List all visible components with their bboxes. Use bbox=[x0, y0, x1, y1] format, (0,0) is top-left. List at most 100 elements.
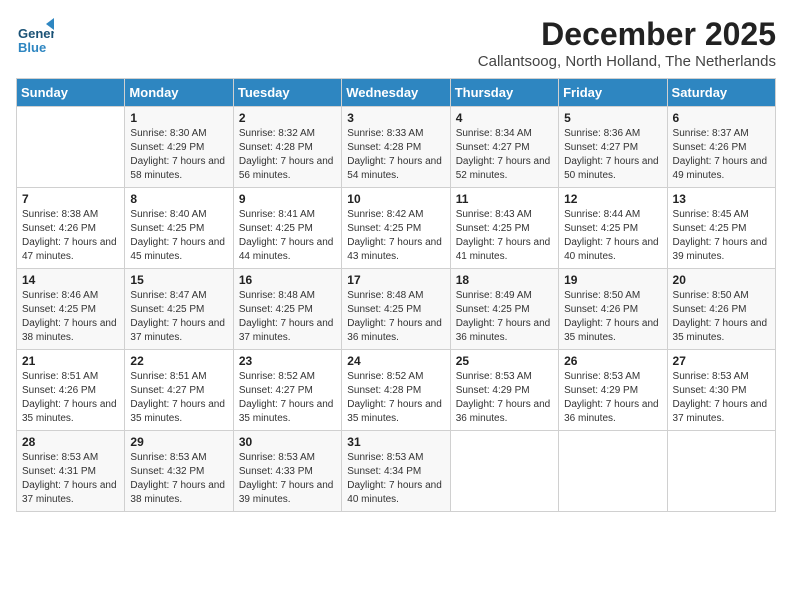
calendar-cell: 7 Sunrise: 8:38 AMSunset: 4:26 PMDayligh… bbox=[17, 188, 125, 269]
day-info: Sunrise: 8:36 AMSunset: 4:27 PMDaylight:… bbox=[564, 127, 661, 183]
calendar-cell: 3 Sunrise: 8:33 AMSunset: 4:28 PMDayligh… bbox=[342, 107, 450, 188]
location-title: Callantsoog, North Holland, The Netherla… bbox=[478, 53, 776, 70]
day-number: 18 bbox=[456, 273, 553, 287]
calendar-cell: 31 Sunrise: 8:53 AMSunset: 4:34 PMDaylig… bbox=[342, 431, 450, 512]
day-info: Sunrise: 8:30 AMSunset: 4:29 PMDaylight:… bbox=[130, 127, 227, 183]
calendar-cell: 19 Sunrise: 8:50 AMSunset: 4:26 PMDaylig… bbox=[559, 269, 667, 350]
day-number: 16 bbox=[239, 273, 336, 287]
calendar-cell: 6 Sunrise: 8:37 AMSunset: 4:26 PMDayligh… bbox=[667, 107, 775, 188]
month-title: December 2025 bbox=[478, 16, 776, 53]
day-info: Sunrise: 8:53 AMSunset: 4:32 PMDaylight:… bbox=[130, 451, 227, 507]
week-row-0: 1 Sunrise: 8:30 AMSunset: 4:29 PMDayligh… bbox=[17, 107, 776, 188]
day-number: 12 bbox=[564, 192, 661, 206]
day-info: Sunrise: 8:50 AMSunset: 4:26 PMDaylight:… bbox=[564, 289, 661, 345]
calendar-cell: 28 Sunrise: 8:53 AMSunset: 4:31 PMDaylig… bbox=[17, 431, 125, 512]
day-info: Sunrise: 8:52 AMSunset: 4:28 PMDaylight:… bbox=[347, 370, 444, 426]
day-info: Sunrise: 8:53 AMSunset: 4:29 PMDaylight:… bbox=[456, 370, 553, 426]
day-info: Sunrise: 8:53 AMSunset: 4:29 PMDaylight:… bbox=[564, 370, 661, 426]
header-row: Sunday Monday Tuesday Wednesday Thursday… bbox=[17, 79, 776, 107]
day-info: Sunrise: 8:45 AMSunset: 4:25 PMDaylight:… bbox=[673, 208, 770, 264]
day-info: Sunrise: 8:40 AMSunset: 4:25 PMDaylight:… bbox=[130, 208, 227, 264]
day-info: Sunrise: 8:37 AMSunset: 4:26 PMDaylight:… bbox=[673, 127, 770, 183]
svg-text:General: General bbox=[18, 26, 54, 41]
col-friday: Friday bbox=[559, 79, 667, 107]
title-block: December 2025 Callantsoog, North Holland… bbox=[478, 16, 776, 70]
day-number: 17 bbox=[347, 273, 444, 287]
calendar-cell: 10 Sunrise: 8:42 AMSunset: 4:25 PMDaylig… bbox=[342, 188, 450, 269]
day-info: Sunrise: 8:47 AMSunset: 4:25 PMDaylight:… bbox=[130, 289, 227, 345]
day-info: Sunrise: 8:50 AMSunset: 4:26 PMDaylight:… bbox=[673, 289, 770, 345]
calendar-cell: 27 Sunrise: 8:53 AMSunset: 4:30 PMDaylig… bbox=[667, 350, 775, 431]
calendar-cell: 11 Sunrise: 8:43 AMSunset: 4:25 PMDaylig… bbox=[450, 188, 558, 269]
week-row-3: 21 Sunrise: 8:51 AMSunset: 4:26 PMDaylig… bbox=[17, 350, 776, 431]
day-number: 7 bbox=[22, 192, 119, 206]
day-info: Sunrise: 8:51 AMSunset: 4:26 PMDaylight:… bbox=[22, 370, 119, 426]
day-number: 26 bbox=[564, 354, 661, 368]
calendar-cell: 26 Sunrise: 8:53 AMSunset: 4:29 PMDaylig… bbox=[559, 350, 667, 431]
calendar-cell: 2 Sunrise: 8:32 AMSunset: 4:28 PMDayligh… bbox=[233, 107, 341, 188]
calendar-cell bbox=[559, 431, 667, 512]
week-row-2: 14 Sunrise: 8:46 AMSunset: 4:25 PMDaylig… bbox=[17, 269, 776, 350]
day-info: Sunrise: 8:32 AMSunset: 4:28 PMDaylight:… bbox=[239, 127, 336, 183]
day-number: 3 bbox=[347, 111, 444, 125]
day-number: 6 bbox=[673, 111, 770, 125]
day-info: Sunrise: 8:51 AMSunset: 4:27 PMDaylight:… bbox=[130, 370, 227, 426]
col-thursday: Thursday bbox=[450, 79, 558, 107]
day-info: Sunrise: 8:49 AMSunset: 4:25 PMDaylight:… bbox=[456, 289, 553, 345]
week-row-1: 7 Sunrise: 8:38 AMSunset: 4:26 PMDayligh… bbox=[17, 188, 776, 269]
logo: General Blue bbox=[16, 16, 58, 54]
calendar-cell: 5 Sunrise: 8:36 AMSunset: 4:27 PMDayligh… bbox=[559, 107, 667, 188]
day-number: 23 bbox=[239, 354, 336, 368]
calendar-cell: 29 Sunrise: 8:53 AMSunset: 4:32 PMDaylig… bbox=[125, 431, 233, 512]
day-info: Sunrise: 8:52 AMSunset: 4:27 PMDaylight:… bbox=[239, 370, 336, 426]
day-info: Sunrise: 8:38 AMSunset: 4:26 PMDaylight:… bbox=[22, 208, 119, 264]
day-number: 22 bbox=[130, 354, 227, 368]
day-number: 30 bbox=[239, 435, 336, 449]
day-info: Sunrise: 8:42 AMSunset: 4:25 PMDaylight:… bbox=[347, 208, 444, 264]
day-number: 2 bbox=[239, 111, 336, 125]
day-number: 8 bbox=[130, 192, 227, 206]
calendar-cell: 18 Sunrise: 8:49 AMSunset: 4:25 PMDaylig… bbox=[450, 269, 558, 350]
day-number: 27 bbox=[673, 354, 770, 368]
day-info: Sunrise: 8:46 AMSunset: 4:25 PMDaylight:… bbox=[22, 289, 119, 345]
col-wednesday: Wednesday bbox=[342, 79, 450, 107]
day-info: Sunrise: 8:48 AMSunset: 4:25 PMDaylight:… bbox=[347, 289, 444, 345]
day-info: Sunrise: 8:34 AMSunset: 4:27 PMDaylight:… bbox=[456, 127, 553, 183]
day-number: 13 bbox=[673, 192, 770, 206]
day-number: 25 bbox=[456, 354, 553, 368]
day-number: 19 bbox=[564, 273, 661, 287]
day-info: Sunrise: 8:53 AMSunset: 4:30 PMDaylight:… bbox=[673, 370, 770, 426]
calendar-cell: 20 Sunrise: 8:50 AMSunset: 4:26 PMDaylig… bbox=[667, 269, 775, 350]
day-number: 5 bbox=[564, 111, 661, 125]
day-info: Sunrise: 8:43 AMSunset: 4:25 PMDaylight:… bbox=[456, 208, 553, 264]
calendar-table: Sunday Monday Tuesday Wednesday Thursday… bbox=[16, 78, 776, 512]
day-info: Sunrise: 8:33 AMSunset: 4:28 PMDaylight:… bbox=[347, 127, 444, 183]
calendar-cell: 4 Sunrise: 8:34 AMSunset: 4:27 PMDayligh… bbox=[450, 107, 558, 188]
week-row-4: 28 Sunrise: 8:53 AMSunset: 4:31 PMDaylig… bbox=[17, 431, 776, 512]
day-info: Sunrise: 8:44 AMSunset: 4:25 PMDaylight:… bbox=[564, 208, 661, 264]
calendar-cell: 16 Sunrise: 8:48 AMSunset: 4:25 PMDaylig… bbox=[233, 269, 341, 350]
col-saturday: Saturday bbox=[667, 79, 775, 107]
calendar-cell: 30 Sunrise: 8:53 AMSunset: 4:33 PMDaylig… bbox=[233, 431, 341, 512]
day-number: 10 bbox=[347, 192, 444, 206]
col-sunday: Sunday bbox=[17, 79, 125, 107]
col-monday: Monday bbox=[125, 79, 233, 107]
day-number: 4 bbox=[456, 111, 553, 125]
day-number: 21 bbox=[22, 354, 119, 368]
calendar-cell: 21 Sunrise: 8:51 AMSunset: 4:26 PMDaylig… bbox=[17, 350, 125, 431]
calendar-cell: 14 Sunrise: 8:46 AMSunset: 4:25 PMDaylig… bbox=[17, 269, 125, 350]
day-number: 24 bbox=[347, 354, 444, 368]
calendar-cell: 25 Sunrise: 8:53 AMSunset: 4:29 PMDaylig… bbox=[450, 350, 558, 431]
day-info: Sunrise: 8:53 AMSunset: 4:34 PMDaylight:… bbox=[347, 451, 444, 507]
day-number: 20 bbox=[673, 273, 770, 287]
calendar-cell: 13 Sunrise: 8:45 AMSunset: 4:25 PMDaylig… bbox=[667, 188, 775, 269]
calendar-cell bbox=[450, 431, 558, 512]
calendar-cell: 8 Sunrise: 8:40 AMSunset: 4:25 PMDayligh… bbox=[125, 188, 233, 269]
day-number: 28 bbox=[22, 435, 119, 449]
day-info: Sunrise: 8:41 AMSunset: 4:25 PMDaylight:… bbox=[239, 208, 336, 264]
page-header: General Blue December 2025 Callantsoog, … bbox=[16, 16, 776, 70]
calendar-cell bbox=[667, 431, 775, 512]
calendar-cell: 22 Sunrise: 8:51 AMSunset: 4:27 PMDaylig… bbox=[125, 350, 233, 431]
day-number: 11 bbox=[456, 192, 553, 206]
day-info: Sunrise: 8:53 AMSunset: 4:33 PMDaylight:… bbox=[239, 451, 336, 507]
